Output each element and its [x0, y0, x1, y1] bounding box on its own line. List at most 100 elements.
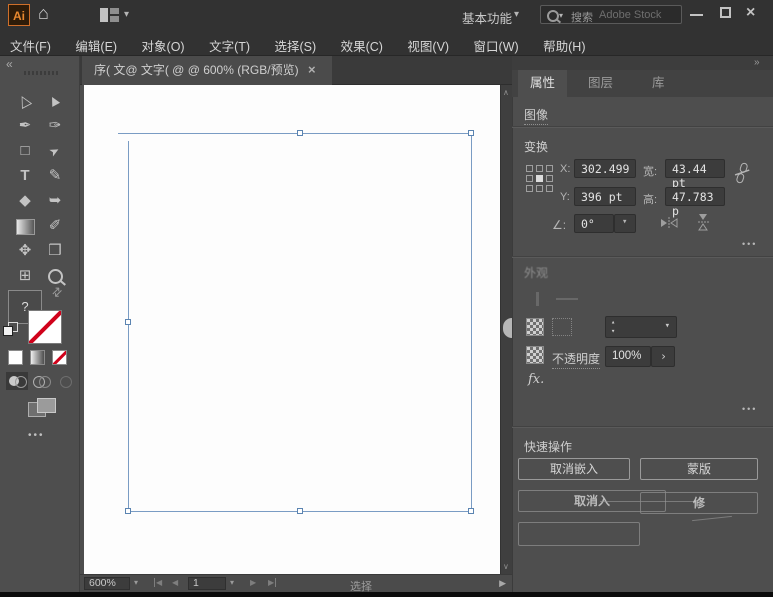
document-tab[interactable]: 序( 文@ 文字( @ @ 600% (RGB/预览)	[82, 56, 332, 85]
reference-point-selector[interactable]	[526, 165, 553, 192]
zoom-level-field[interactable]: 600%	[84, 577, 130, 590]
menu-select[interactable]: 选择(S)	[264, 30, 326, 55]
stroke-secondary-swatch[interactable]	[552, 318, 572, 336]
artboard-number-field[interactable]: 1	[188, 577, 226, 590]
chevron-down-icon[interactable]: ▾	[124, 9, 129, 20]
canvas-artboard[interactable]	[84, 85, 500, 574]
collapse-panel-icon[interactable]: «	[6, 57, 13, 71]
opacity-expand-button[interactable]: ›	[651, 346, 675, 367]
lasso-tool[interactable]: ➥	[40, 190, 70, 215]
rotate-angle-dropdown[interactable]: ▾	[614, 214, 636, 233]
curvature-tool[interactable]: ✑	[40, 115, 70, 140]
tab-libraries[interactable]: 库	[640, 70, 677, 97]
tab-layers[interactable]: 图层	[576, 70, 625, 97]
stroke-weight-field[interactable]: ▴ ▾ ▾	[605, 316, 677, 338]
selection-edge-left[interactable]	[128, 141, 129, 511]
ref-pt[interactable]	[546, 175, 553, 182]
selection-handle-top-mid[interactable]	[297, 130, 303, 136]
edit-toolbar-dots[interactable]: •••	[28, 430, 45, 441]
menu-view[interactable]: 视图(V)	[397, 30, 459, 55]
previous-artboard-icon[interactable]: ◀	[172, 578, 178, 587]
brush-tool[interactable]: ✐	[40, 215, 70, 240]
type-tool[interactable]: T	[10, 165, 40, 190]
color-swatch-button[interactable]	[8, 350, 23, 365]
last-artboard-icon[interactable]: ▶	[268, 578, 276, 587]
flip-vertical-icon[interactable]	[697, 213, 709, 231]
stepper-down-icon[interactable]: ▾	[611, 327, 615, 336]
expand-panel-icon[interactable]: »	[754, 57, 760, 68]
mask-button[interactable]: 蒙版	[640, 458, 758, 480]
fx-effects-button[interactable]: fx.	[528, 372, 544, 387]
gradient-tool[interactable]	[10, 215, 40, 240]
draw-normal-mode-button[interactable]	[6, 372, 28, 390]
ref-pt[interactable]	[546, 185, 553, 192]
menu-type[interactable]: 文字(T)	[199, 30, 260, 55]
selection-edge-right[interactable]	[471, 133, 472, 511]
ref-pt[interactable]	[536, 185, 543, 192]
arrange-documents-icon[interactable]	[100, 8, 119, 22]
stepper-up-icon[interactable]: ▴	[611, 318, 615, 327]
appearance-more-options-dots[interactable]: •••	[742, 404, 757, 414]
close-button[interactable]: ×	[746, 4, 755, 22]
shape-builder-tool[interactable]: ❒	[40, 240, 70, 265]
scroll-down-icon[interactable]: ∨	[503, 562, 509, 571]
panel-collapse-notch[interactable]	[503, 318, 512, 338]
free-transform-tool[interactable]: ✥	[10, 240, 40, 265]
x-value-field[interactable]: 302.499	[574, 159, 636, 178]
menu-help[interactable]: 帮助(H)	[533, 30, 595, 55]
artboard-dropdown-icon[interactable]: ▾	[230, 578, 234, 587]
tab-close-icon[interactable]: ×	[308, 62, 316, 77]
pen-tool[interactable]: ✒	[10, 115, 40, 140]
menu-effect[interactable]: 效果(C)	[331, 30, 393, 55]
ref-pt-center[interactable]	[536, 175, 543, 182]
panel-grip[interactable]	[24, 71, 58, 75]
selection-handle-bottom-left[interactable]	[125, 508, 131, 514]
height-value-field[interactable]: 47.783 p	[665, 187, 725, 206]
y-value-field[interactable]: 396 pt	[574, 187, 636, 206]
opacity-value-field[interactable]: 100%	[605, 346, 651, 367]
transform-more-options-dots[interactable]: •••	[742, 239, 757, 249]
ref-pt[interactable]	[546, 165, 553, 172]
ref-pt[interactable]	[526, 175, 533, 182]
artboard-tool[interactable]: ⊞	[10, 265, 40, 290]
glitched-action-button[interactable]: 修	[640, 492, 758, 514]
none-swatch-button[interactable]	[52, 350, 67, 365]
selection-handle-left-mid[interactable]	[125, 319, 131, 325]
rectangle-tool[interactable]: □	[10, 140, 40, 165]
menu-object[interactable]: 对象(O)	[132, 30, 195, 55]
rotate-angle-field[interactable]: 0°	[574, 214, 614, 233]
ref-pt[interactable]	[526, 165, 533, 172]
zoom-dropdown-icon[interactable]: ▾	[134, 578, 138, 587]
default-fill-stroke-icon[interactable]	[3, 322, 17, 335]
width-value-field[interactable]: 43.44 pt	[665, 159, 725, 178]
menu-edit[interactable]: 编辑(E)	[65, 30, 127, 55]
selection-handle-bottom-right[interactable]	[468, 508, 474, 514]
home-icon[interactable]: ⌂	[38, 3, 49, 24]
ref-pt[interactable]	[536, 165, 543, 172]
chevron-down-icon[interactable]: ▾	[514, 9, 519, 20]
screen-mode-button[interactable]	[28, 398, 58, 420]
flip-horizontal-icon[interactable]	[660, 217, 678, 229]
unembed-button[interactable]: 取消嵌入	[518, 458, 630, 480]
opacity-label[interactable]: 不透明度	[552, 350, 600, 369]
selection-edge-top[interactable]	[118, 133, 471, 134]
first-artboard-icon[interactable]: ◀	[154, 578, 162, 587]
next-artboard-icon[interactable]: ▶	[250, 578, 256, 587]
ref-pt[interactable]	[526, 185, 533, 192]
empty-action-button[interactable]	[518, 522, 640, 546]
stroke-color-swatch[interactable]	[526, 318, 544, 336]
status-expand-icon[interactable]: ▶	[499, 578, 506, 589]
selection-handle-bottom-mid[interactable]	[297, 508, 303, 514]
search-input[interactable]: ▾ 搜索 Adobe Stock	[540, 5, 682, 24]
selection-handle-top-right[interactable]	[468, 130, 474, 136]
menu-window[interactable]: 窗口(W)	[464, 30, 529, 55]
stroke-weight-dropdown-icon[interactable]: ▾	[665, 321, 670, 331]
maximize-button[interactable]	[720, 7, 731, 18]
menu-file[interactable]: 文件(F)	[0, 30, 61, 55]
tab-properties[interactable]: 属性	[518, 70, 567, 97]
draw-behind-mode-button[interactable]	[30, 372, 52, 390]
scroll-up-icon[interactable]: ∧	[503, 88, 509, 97]
eraser-tool[interactable]: ◆	[10, 190, 40, 215]
workspace-switcher[interactable]: 基本功能	[462, 8, 512, 27]
opacity-swatch[interactable]	[526, 346, 544, 364]
